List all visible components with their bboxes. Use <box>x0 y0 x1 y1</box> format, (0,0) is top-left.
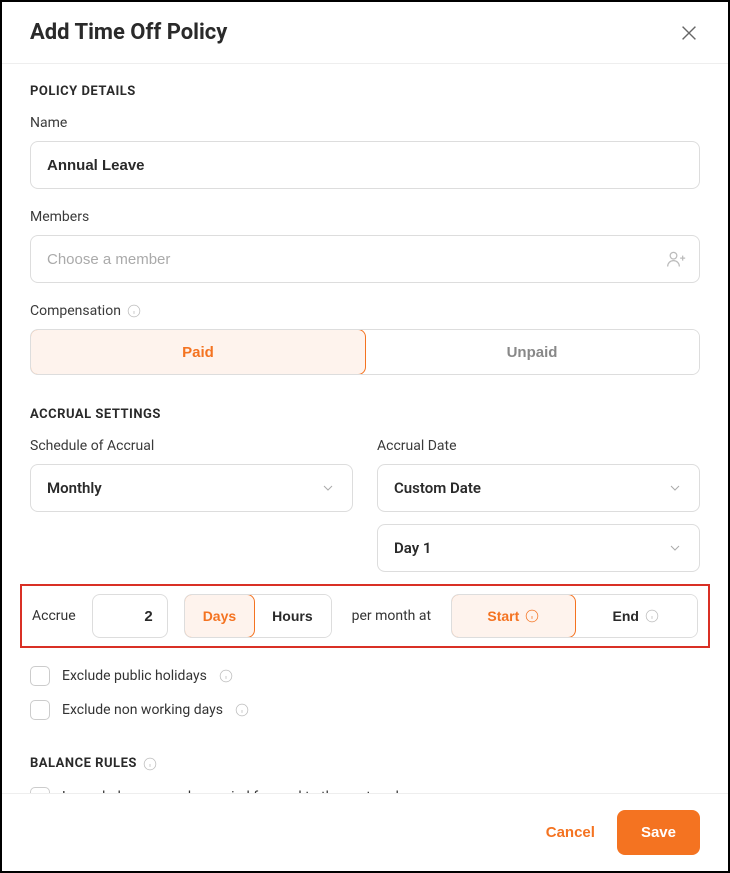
paid-button[interactable]: Paid <box>30 329 366 375</box>
compensation-field: Compensation Paid Unpaid <box>30 303 700 375</box>
modal-header: Add Time Off Policy <box>2 2 728 64</box>
accrual-settings-title: ACCRUAL SETTINGS <box>30 407 700 422</box>
policy-details-section: POLICY DETAILS Name Members Compensation <box>2 64 728 375</box>
balance-rules-section: BALANCE RULES <box>2 734 728 771</box>
schedule-col: Schedule of Accrual Monthly <box>30 438 353 572</box>
balance-rules-title: BALANCE RULES <box>30 756 700 771</box>
save-button[interactable]: Save <box>617 810 700 855</box>
exclude-holidays-checkbox[interactable] <box>30 666 50 686</box>
compensation-toggle: Paid Unpaid <box>30 329 700 375</box>
members-input[interactable] <box>30 235 700 283</box>
info-icon <box>235 703 249 717</box>
unpaid-button[interactable]: Unpaid <box>365 330 699 374</box>
members-field: Members <box>30 209 700 283</box>
start-button[interactable]: Start <box>451 594 575 638</box>
name-input[interactable] <box>30 141 700 189</box>
exclude-nonworking-label: Exclude non working days <box>62 702 223 718</box>
accrual-day-select[interactable]: Day 1 <box>377 524 700 572</box>
exclude-nonworking-checkbox[interactable] <box>30 700 50 720</box>
accrual-day-value: Day 1 <box>394 539 431 557</box>
add-member-icon[interactable] <box>666 249 686 269</box>
accrue-amount-input[interactable] <box>92 594 168 638</box>
exclude-holidays-row: Exclude public holidays <box>2 666 728 686</box>
accrual-date-select[interactable]: Custom Date <box>377 464 700 512</box>
info-icon <box>127 304 141 318</box>
days-button[interactable]: Days <box>184 594 255 638</box>
cancel-button[interactable]: Cancel <box>546 824 595 841</box>
close-icon[interactable] <box>678 22 700 44</box>
accrual-cols: Schedule of Accrual Monthly Accrual Date… <box>30 438 700 572</box>
hours-button[interactable]: Hours <box>254 595 330 637</box>
add-timeoff-policy-modal: Add Time Off Policy POLICY DETAILS Name … <box>2 2 728 807</box>
chevron-down-icon <box>667 540 683 556</box>
info-icon <box>645 609 659 623</box>
end-button[interactable]: End <box>575 595 697 637</box>
schedule-label: Schedule of Accrual <box>30 438 353 454</box>
schedule-select[interactable]: Monthly <box>30 464 353 512</box>
unit-toggle: Days Hours <box>184 594 332 638</box>
chevron-down-icon <box>667 480 683 496</box>
info-icon <box>143 757 157 771</box>
start-end-toggle: Start End <box>451 594 698 638</box>
info-icon <box>525 609 539 623</box>
accrual-settings-section: ACCRUAL SETTINGS Schedule of Accrual Mon… <box>2 395 728 572</box>
members-label: Members <box>30 209 700 225</box>
accrual-date-label: Accrual Date <box>377 438 700 454</box>
per-month-at-label: per month at <box>348 608 435 624</box>
modal-footer: Cancel Save <box>2 793 728 871</box>
info-icon <box>219 669 233 683</box>
schedule-value: Monthly <box>47 479 102 497</box>
exclude-nonworking-row: Exclude non working days <box>2 700 728 720</box>
accrual-date-value: Custom Date <box>394 479 481 497</box>
name-field: Name <box>30 115 700 189</box>
modal-title: Add Time Off Policy <box>30 20 227 45</box>
name-label: Name <box>30 115 700 131</box>
chevron-down-icon <box>320 480 336 496</box>
policy-details-title: POLICY DETAILS <box>30 84 700 99</box>
compensation-label: Compensation <box>30 303 700 319</box>
accrue-label: Accrue <box>32 608 76 624</box>
accrue-row-highlight: Accrue Days Hours per month at Start End <box>20 584 710 648</box>
accrual-date-col: Accrual Date Custom Date Day 1 <box>377 438 700 572</box>
exclude-holidays-label: Exclude public holidays <box>62 668 207 684</box>
